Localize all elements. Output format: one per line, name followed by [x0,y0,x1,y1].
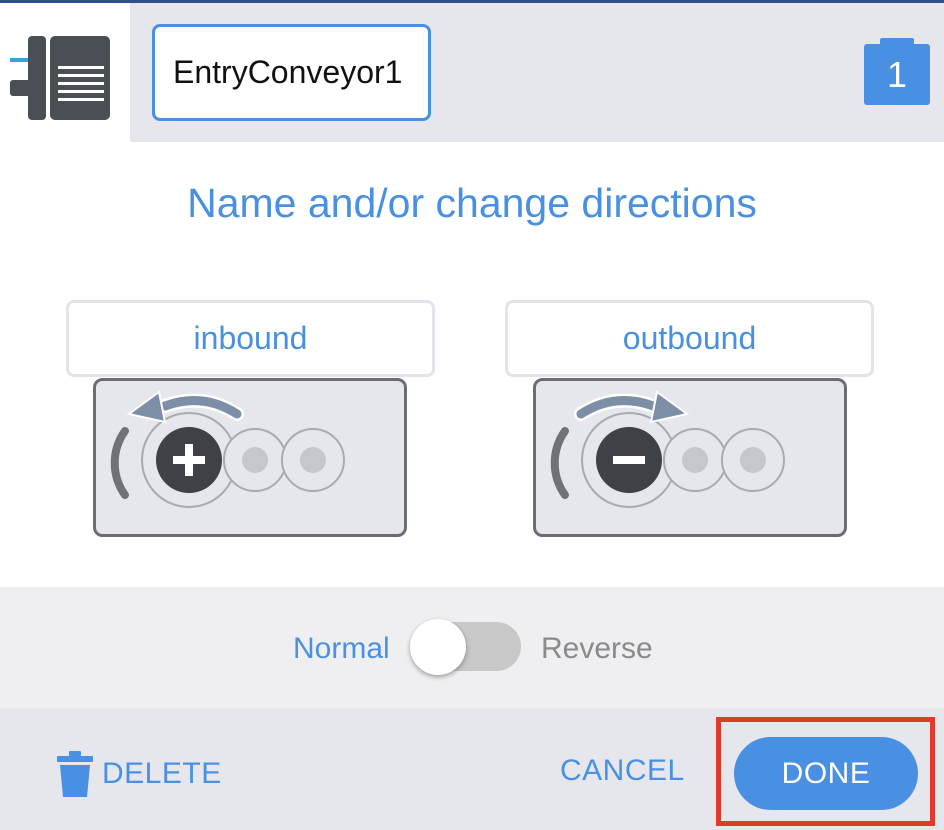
cancel-button[interactable]: CANCEL [560,754,685,788]
done-button[interactable]: DONE [734,737,918,810]
header-bar [0,3,944,142]
outbound-button[interactable]: outbound [505,300,874,377]
delete-button[interactable]: DELETE [56,746,222,802]
normal-label[interactable]: Normal [293,632,390,666]
conveyor-device-icon [10,36,110,120]
reverse-label[interactable]: Reverse [541,632,653,666]
inbound-button[interactable]: inbound [66,300,435,377]
outbound-direction-graphic[interactable] [533,378,847,537]
device-name-input[interactable] [152,24,431,121]
badge-count: 1 [886,54,908,95]
trash-icon [57,751,93,797]
switch-knob[interactable] [410,619,466,675]
delete-label: DELETE [102,757,222,790]
dialog-title: Name and/or change directions [187,180,757,226]
inbound-direction-graphic[interactable] [93,378,407,537]
device-icon-tile [0,3,130,142]
